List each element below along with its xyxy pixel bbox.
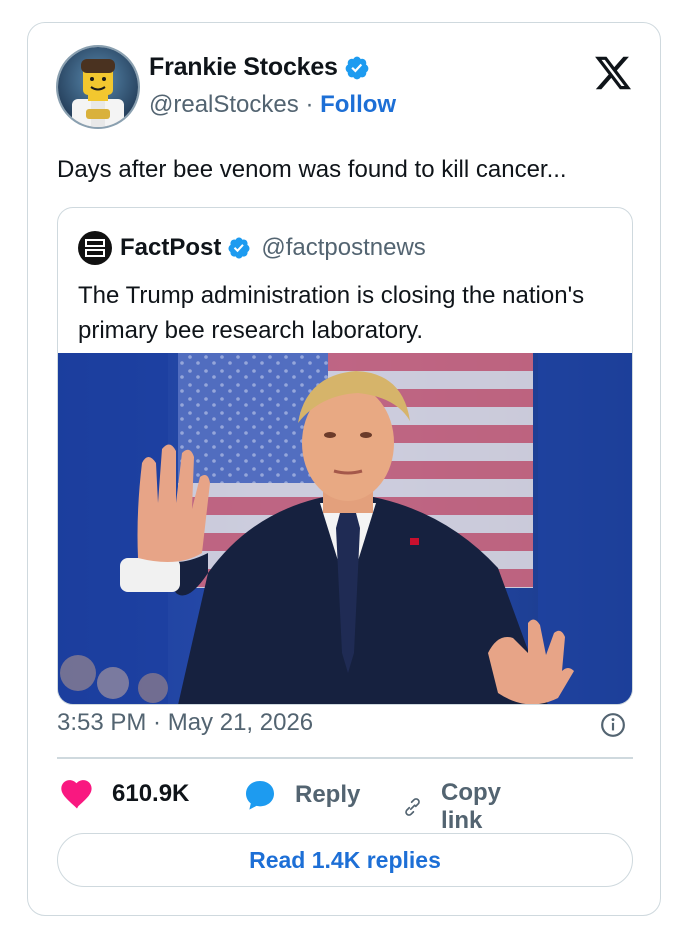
reply-button[interactable]: Reply [243, 779, 360, 811]
copy-link-button[interactable]: Copy link [402, 779, 512, 835]
quoted-tweet[interactable]: FactPost @factpostnews The Trump adminis… [57, 207, 633, 705]
speech-bubble-icon [246, 781, 274, 810]
like-button[interactable]: 610.9K [60, 779, 189, 809]
quoted-author-handle: @factpostnews [261, 234, 426, 261]
x-logo-icon[interactable] [592, 53, 634, 93]
copy-link-label: Copy link [441, 779, 502, 834]
verified-badge-icon [228, 237, 250, 259]
factpost-logo [78, 231, 112, 265]
read-replies-button[interactable]: Read 1.4K replies [57, 833, 633, 887]
author-handle[interactable]: @realStockes [149, 91, 299, 118]
info-icon[interactable] [600, 712, 626, 738]
author-avatar[interactable] [56, 45, 140, 129]
heart-icon [61, 780, 92, 809]
author-name[interactable]: Frankie Stockes [149, 53, 338, 82]
quoted-tweet-text: The Trump administration is closing the … [78, 282, 585, 344]
tweet-timestamp[interactable]: 3:53 PM · May 21, 2026 [57, 709, 313, 737]
like-count: 610.9K [112, 780, 190, 807]
separator-dot: · [305, 91, 314, 118]
link-icon [405, 798, 420, 816]
author-handle-row: @realStockes · Follow [149, 91, 396, 119]
tweet-embed-card: Frankie Stockes @realStockes · Follow Da… [27, 22, 661, 916]
divider [57, 757, 633, 759]
verified-badge-icon [345, 56, 369, 79]
tweet-text: Days after bee venom was found to kill c… [57, 156, 567, 183]
follow-link[interactable]: Follow [320, 91, 396, 118]
reply-label: Reply [295, 781, 361, 808]
quoted-author-name: FactPost [120, 234, 222, 261]
quoted-tweet-photo[interactable] [58, 353, 633, 705]
